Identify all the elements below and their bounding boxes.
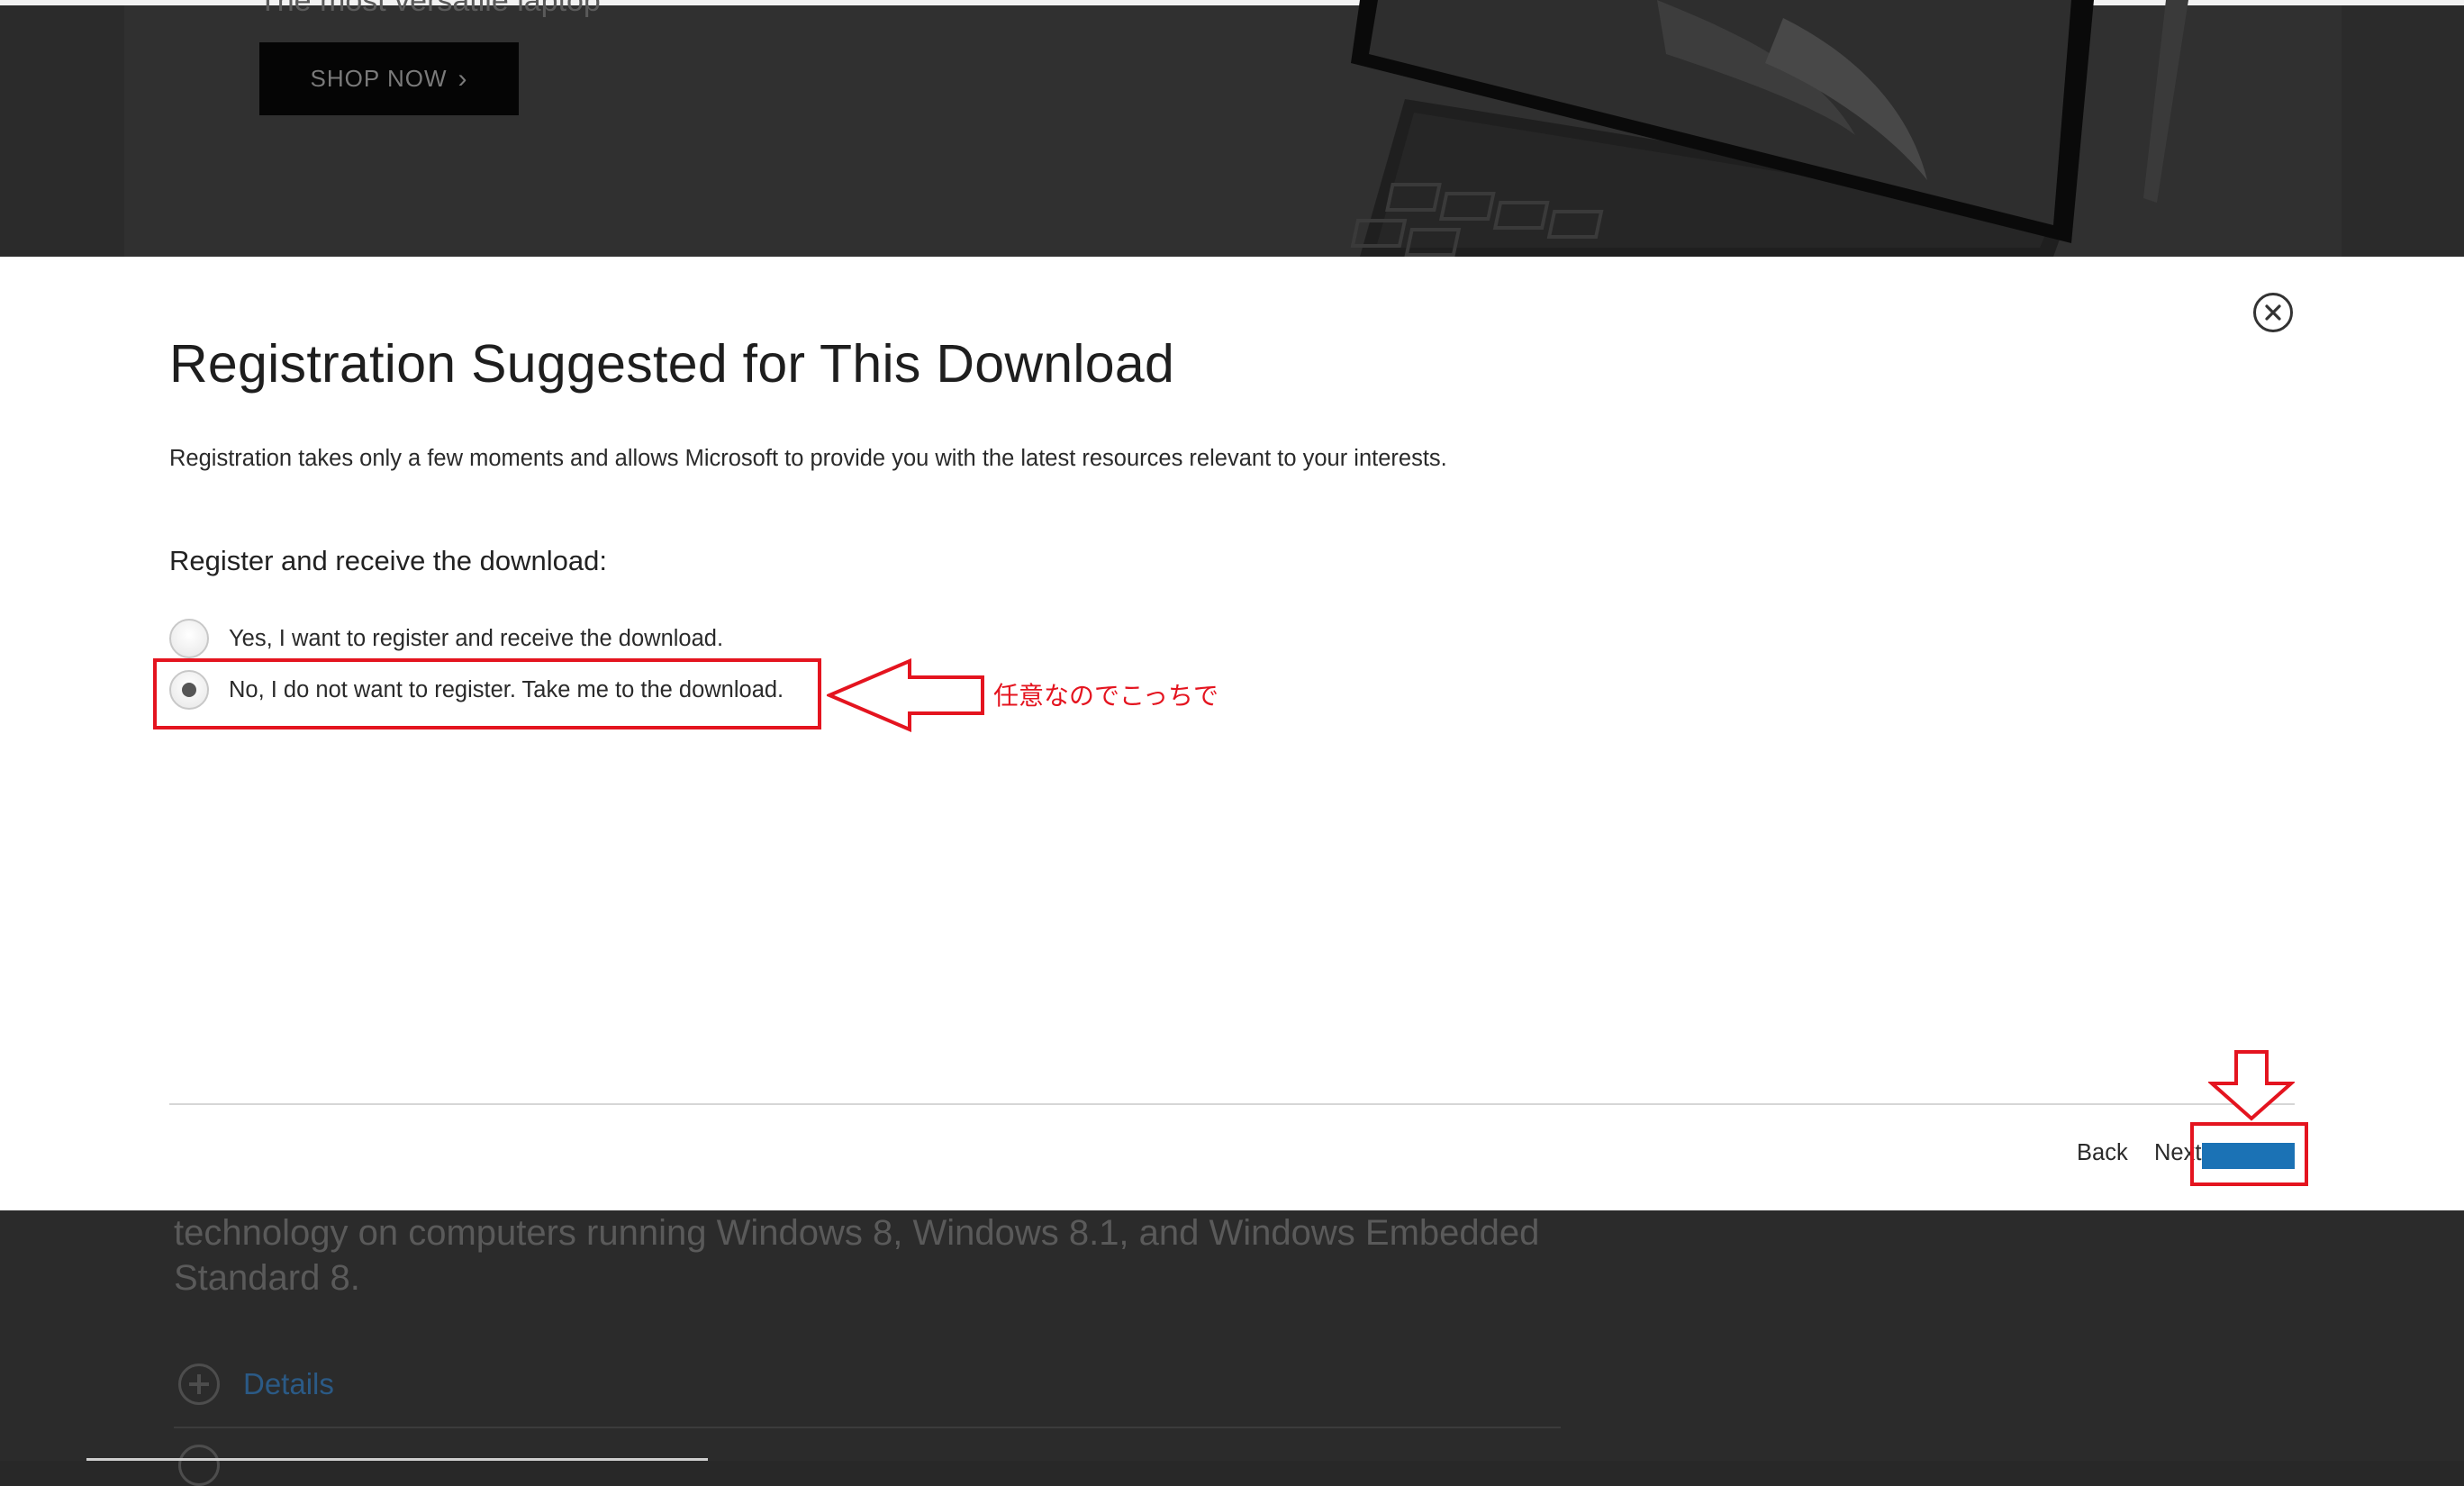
shop-now-button[interactable]: SHOP NOW ›	[259, 42, 519, 115]
arrow-left-icon	[827, 658, 984, 732]
plus-circle-icon	[178, 1364, 220, 1405]
radio-button[interactable]	[169, 619, 209, 658]
back-button[interactable]: Back	[2077, 1140, 2128, 1166]
close-icon	[2265, 304, 2281, 321]
plus-circle-icon	[178, 1445, 220, 1486]
background-description: technology on computers running Windows …	[174, 1213, 1540, 1298]
footer-divider	[169, 1103, 2295, 1105]
radio-label-register: Yes, I want to register and receive the …	[229, 625, 724, 651]
hero-tagline: The most versatile laptop	[258, 0, 601, 18]
background-divider	[174, 1427, 1561, 1428]
background-hero: The most versatile laptop SHOP NOW ›	[0, 0, 2464, 257]
background-content: technology on computers running Windows …	[0, 1210, 2464, 1486]
annotation-note: 任意なのでこっちで	[993, 681, 1219, 711]
close-button[interactable]	[2253, 293, 2293, 332]
shop-now-label: SHOP NOW	[310, 65, 448, 92]
laptop-illustration	[1350, 0, 2188, 257]
radio-option-register[interactable]: Yes, I want to register and receive the …	[169, 619, 723, 658]
arrow-down-icon	[2208, 1050, 2295, 1121]
chevron-right-icon: ›	[457, 63, 468, 94]
dialog-title: Registration Suggested for This Download	[169, 334, 1175, 394]
details-label: Details	[243, 1367, 334, 1400]
details-toggle[interactable]: Details	[178, 1364, 334, 1405]
registration-dialog: Registration Suggested for This Download…	[0, 257, 2464, 1210]
annotation-highlight-box	[2190, 1122, 2308, 1186]
section-label: Register and receive the download:	[169, 545, 607, 576]
annotation-highlight-box	[153, 658, 821, 729]
dialog-description: Registration takes only a few moments an…	[169, 446, 1447, 471]
